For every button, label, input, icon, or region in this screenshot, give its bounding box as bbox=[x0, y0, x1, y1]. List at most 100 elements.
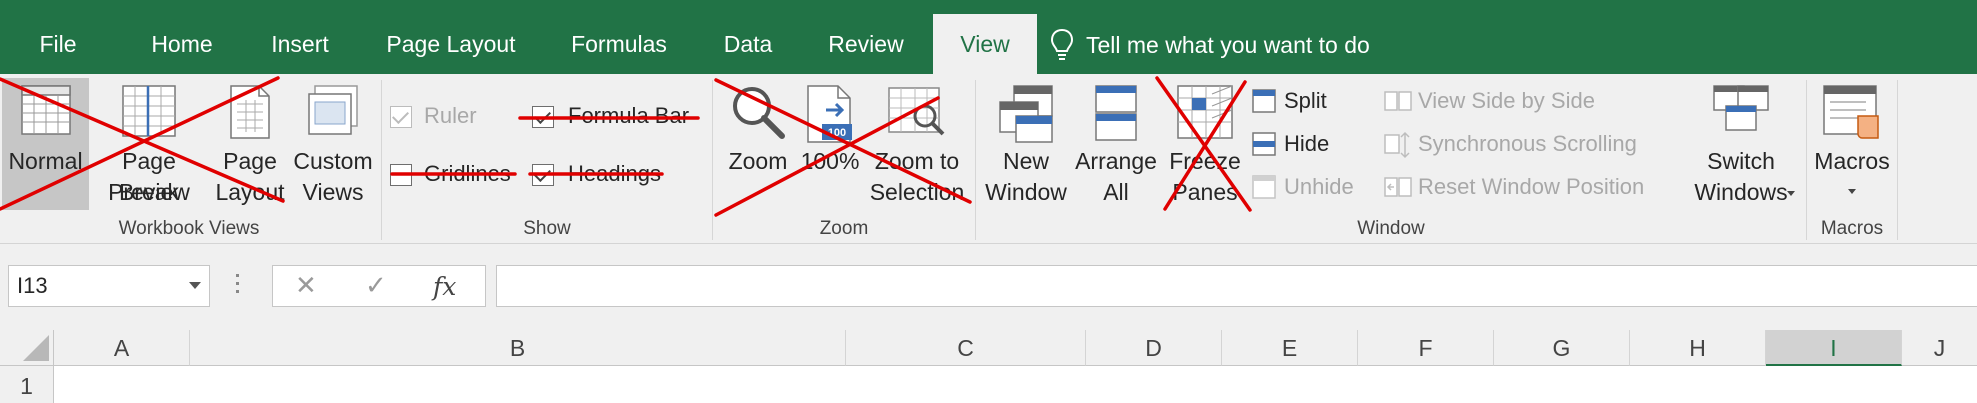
zoom-100-badge: 100 bbox=[828, 127, 846, 139]
select-all-corner[interactable] bbox=[0, 330, 54, 366]
tab-page-layout[interactable]: Page Layout bbox=[376, 0, 526, 74]
side-by-side-icon bbox=[1384, 91, 1412, 111]
arrange-all-icon bbox=[1095, 85, 1137, 141]
page-break-preview-button[interactable]: Page Break Preview bbox=[90, 74, 208, 210]
group-separator bbox=[975, 80, 976, 240]
synchronous-scrolling-label: Synchronous Scrolling bbox=[1418, 131, 1637, 156]
column-header-b[interactable]: B bbox=[190, 330, 846, 366]
group-separator bbox=[712, 80, 713, 240]
macros-button[interactable]: Macros bbox=[1810, 74, 1894, 210]
column-header-c[interactable]: C bbox=[846, 330, 1086, 366]
arrange-all-button[interactable]: Arrange All bbox=[1070, 74, 1162, 210]
freeze-panes-button[interactable]: Freeze Panes bbox=[1164, 74, 1246, 210]
sync-scroll-icon bbox=[1384, 131, 1410, 159]
name-box[interactable]: I13 bbox=[8, 265, 210, 307]
headings-check-icon bbox=[532, 164, 554, 186]
formula-bar-checkbox[interactable]: Formula Bar bbox=[530, 102, 700, 134]
custom-views-label-2: Views bbox=[302, 179, 364, 205]
column-header-i[interactable]: I bbox=[1766, 330, 1902, 366]
reset-position-icon bbox=[1384, 177, 1412, 197]
magnifier-icon bbox=[733, 87, 785, 139]
unhide-button[interactable]: Unhide bbox=[1250, 172, 1360, 204]
name-box-value: I13 bbox=[17, 273, 48, 298]
tab-data[interactable]: Data bbox=[712, 0, 784, 74]
enter-icon[interactable]: ✓ bbox=[365, 270, 387, 301]
tab-file[interactable]: File bbox=[18, 0, 98, 74]
macros-group-label: Macros bbox=[1820, 218, 1884, 239]
tell-me-text: Tell me what you want to do bbox=[1086, 32, 1370, 58]
normal-view-button[interactable]: Normal bbox=[2, 74, 89, 210]
chevron-down-icon[interactable] bbox=[189, 282, 201, 289]
group-separator bbox=[1897, 80, 1898, 240]
new-window-button[interactable]: New Window bbox=[982, 74, 1070, 210]
ruler-label: Ruler bbox=[424, 103, 477, 128]
switch-windows-icon bbox=[1713, 85, 1769, 131]
formula-input[interactable] bbox=[496, 265, 1977, 307]
zoom-group-label: Zoom bbox=[819, 218, 869, 239]
headings-checkbox[interactable]: Headings bbox=[530, 160, 680, 192]
zoom-100-label: 100% bbox=[800, 148, 860, 174]
row-header-1[interactable]: 1 bbox=[0, 366, 54, 403]
page-layout-view-button[interactable]: Page Layout bbox=[212, 74, 288, 210]
formula-buttons: ✕ ✓ fx bbox=[272, 265, 486, 307]
tab-formulas[interactable]: Formulas bbox=[560, 0, 678, 74]
custom-views-icon bbox=[308, 85, 358, 135]
tab-view[interactable]: View bbox=[933, 14, 1037, 74]
zoom-100-button[interactable]: 100 100% bbox=[798, 74, 862, 210]
split-button[interactable]: Split bbox=[1250, 86, 1350, 118]
unhide-label: Unhide bbox=[1284, 174, 1354, 199]
column-header-e[interactable]: E bbox=[1222, 330, 1358, 366]
page-break-preview-icon bbox=[122, 85, 176, 137]
reset-window-position-button[interactable]: Reset Window Position bbox=[1384, 172, 1684, 204]
reset-window-position-label: Reset Window Position bbox=[1418, 174, 1645, 199]
page-layout-icon bbox=[230, 85, 270, 139]
workbook-views-group-label: Workbook Views bbox=[118, 218, 260, 239]
unhide-icon bbox=[1252, 175, 1276, 199]
switch-windows-label-1: Switch bbox=[1707, 148, 1775, 174]
freeze-panes-icon bbox=[1177, 85, 1233, 139]
column-header-a[interactable]: A bbox=[54, 330, 190, 366]
freeze-panes-label-1: Freeze bbox=[1169, 148, 1241, 174]
tab-home[interactable]: Home bbox=[132, 0, 232, 74]
normal-view-label: Normal bbox=[8, 148, 83, 174]
arrange-all-label-2: All bbox=[1103, 179, 1129, 205]
lightbulb-icon bbox=[1050, 28, 1074, 60]
column-header-d[interactable]: D bbox=[1086, 330, 1222, 366]
custom-views-label-1: Custom bbox=[293, 148, 373, 174]
switch-windows-label-2: Windows bbox=[1694, 179, 1788, 205]
insert-function-icon[interactable]: fx bbox=[433, 272, 456, 301]
split-icon bbox=[1252, 89, 1276, 113]
column-header-f[interactable]: F bbox=[1358, 330, 1494, 366]
page-break-label-2: Preview bbox=[108, 179, 190, 205]
formula-bar-area: I13 ✕ ✓ fx bbox=[0, 244, 1977, 322]
custom-views-button[interactable]: Custom Views bbox=[288, 74, 378, 210]
hide-button[interactable]: Hide bbox=[1250, 129, 1350, 161]
new-window-label-1: New bbox=[1002, 148, 1049, 174]
tab-review[interactable]: Review bbox=[818, 0, 914, 74]
tab-insert[interactable]: Insert bbox=[258, 0, 342, 74]
ribbon-panel: Normal Page Break Preview Page Layout Cu… bbox=[0, 74, 1977, 244]
synchronous-scrolling-button[interactable]: Synchronous Scrolling bbox=[1384, 129, 1674, 161]
zoom-to-selection-button[interactable]: Zoom to Selection bbox=[862, 74, 972, 210]
split-label: Split bbox=[1284, 88, 1327, 113]
column-header-h[interactable]: H bbox=[1630, 330, 1766, 366]
column-header-j[interactable]: J bbox=[1902, 330, 1977, 366]
formula-bar-check-icon bbox=[532, 106, 554, 128]
window-group-label: Window bbox=[1357, 218, 1425, 239]
hide-icon bbox=[1252, 132, 1276, 156]
view-side-by-side-button[interactable]: View Side by Side bbox=[1384, 86, 1644, 118]
column-header-g[interactable]: G bbox=[1494, 330, 1630, 366]
zoom-button[interactable]: Zoom bbox=[718, 74, 798, 210]
cancel-icon[interactable]: ✕ bbox=[295, 270, 317, 301]
show-group-label: Show bbox=[523, 218, 571, 239]
switch-windows-button[interactable]: Switch Windows bbox=[1680, 74, 1802, 210]
page-layout-label-2: Layout bbox=[215, 179, 285, 205]
page-layout-label-1: Page bbox=[223, 148, 277, 174]
zoom-to-selection-icon bbox=[888, 87, 945, 136]
macros-icon bbox=[1823, 85, 1879, 139]
freeze-panes-label-2: Panes bbox=[1172, 179, 1238, 205]
ruler-checkbox[interactable]: Ruler bbox=[388, 102, 498, 134]
group-separator bbox=[381, 80, 382, 240]
gridlines-checkbox[interactable]: Gridlines bbox=[388, 160, 528, 192]
formula-bar-resize-handle[interactable] bbox=[236, 274, 240, 298]
